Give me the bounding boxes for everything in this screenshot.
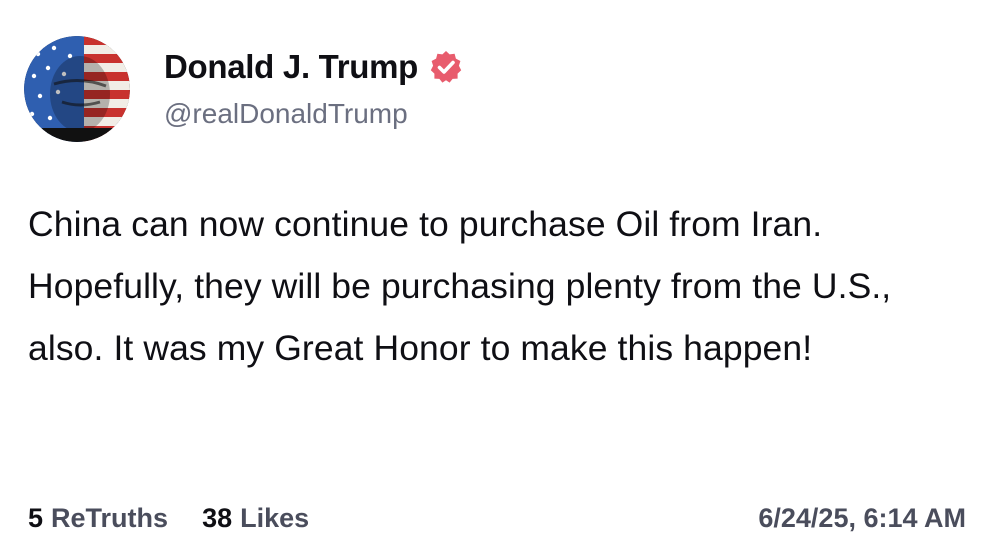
post-footer: 5 ReTruths 38 Likes 6/24/25, 6:14 AM [28,498,966,538]
post-timestamp[interactable]: 6/24/25, 6:14 AM [758,498,966,538]
likes-label: Likes [240,503,310,533]
verified-badge-icon [428,49,464,85]
author-handle[interactable]: @realDonaldTrump [164,97,464,131]
retruths-count: 5 [28,503,44,533]
post-card: Donald J. Trump @realDonaldTrump China c… [0,0,994,554]
post-header: Donald J. Trump @realDonaldTrump [24,36,464,142]
author-display-name[interactable]: Donald J. Trump [164,47,418,87]
name-row: Donald J. Trump [164,47,464,87]
retruths-label: ReTruths [51,503,169,533]
author-identity: Donald J. Trump @realDonaldTrump [164,47,464,131]
avatar-image [24,36,130,142]
avatar[interactable] [24,36,130,142]
likes-stat[interactable]: 38 Likes [202,498,309,538]
likes-count: 38 [202,503,233,533]
retruths-stat[interactable]: 5 ReTruths [28,498,168,538]
post-text: China can now continue to purchase Oil f… [28,204,892,368]
